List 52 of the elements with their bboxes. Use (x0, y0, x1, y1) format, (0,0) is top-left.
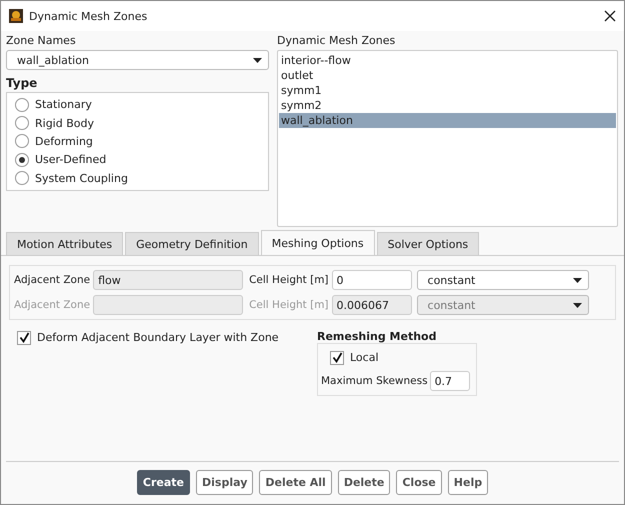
method-dropdown[interactable]: constant (416, 270, 589, 290)
radio-button[interactable] (15, 171, 29, 186)
section-label: Remeshing Method (317, 330, 438, 343)
dialog-button[interactable]: Help (448, 470, 488, 495)
radio-label: Deforming (35, 134, 93, 148)
checkbox-label: Deform Adjacent Boundary Layer with Zone (37, 331, 279, 344)
checkbox-label: Local (350, 351, 379, 364)
caret-icon (572, 302, 582, 308)
app-icon (9, 9, 23, 23)
skewness-field[interactable]: 0.7 (430, 371, 470, 391)
close-icon (604, 10, 616, 22)
field-label: Adjacent Zone (14, 299, 90, 311)
radio-button[interactable] (15, 98, 29, 112)
list-item[interactable]: symm1 (279, 83, 616, 98)
checkbox[interactable] (17, 330, 31, 344)
tab[interactable]: Geometry Definition (125, 232, 259, 255)
field-label: Zone Names (6, 34, 76, 48)
tab[interactable]: Solver Options (376, 232, 480, 255)
check-icon (18, 332, 30, 343)
zone-names-dropdown[interactable]: wall_ablation (6, 50, 269, 70)
section-label: Type (6, 76, 38, 90)
tab[interactable]: Motion Attributes (6, 232, 124, 255)
window-title: Dynamic Mesh Zones (29, 10, 148, 22)
list-item[interactable]: outlet (279, 68, 616, 83)
cell-height-field: 0.006067 (332, 295, 412, 315)
list-item[interactable]: interior--flow (279, 53, 616, 68)
radio-button[interactable] (15, 152, 29, 167)
cell-height-field[interactable]: 0 (332, 270, 412, 290)
radio-label: User-Defined (35, 153, 106, 166)
adjacent-zone-field: flow (93, 270, 244, 290)
radio-label: System Coupling (35, 172, 128, 185)
radio-label: Rigid Body (35, 116, 94, 130)
caret-icon (572, 278, 582, 282)
list-label: Dynamic Mesh Zones (277, 34, 396, 48)
dialog-button[interactable]: Delete All (259, 470, 332, 495)
radio-button[interactable] (15, 116, 29, 130)
checkbox[interactable] (330, 350, 344, 364)
tab[interactable]: Meshing Options (260, 230, 375, 255)
check-icon (332, 352, 342, 363)
field-label: Maximum Skewness (321, 375, 428, 387)
list-item[interactable]: wall_ablation (279, 113, 616, 128)
field-label: Cell Height [m] (249, 274, 329, 286)
dialog-button[interactable]: Delete (338, 470, 390, 495)
caret-icon (253, 58, 262, 62)
field-label: Adjacent Zone (14, 274, 90, 286)
radio-label: Stationary (35, 98, 92, 112)
field-label: Cell Height [m] (249, 299, 329, 311)
dialog-button[interactable]: Display (196, 470, 254, 495)
list-item[interactable]: symm2 (279, 98, 616, 113)
radio-button[interactable] (15, 134, 29, 148)
dialog-button[interactable]: Close (396, 470, 442, 495)
dialog-button[interactable]: Create (136, 470, 190, 495)
